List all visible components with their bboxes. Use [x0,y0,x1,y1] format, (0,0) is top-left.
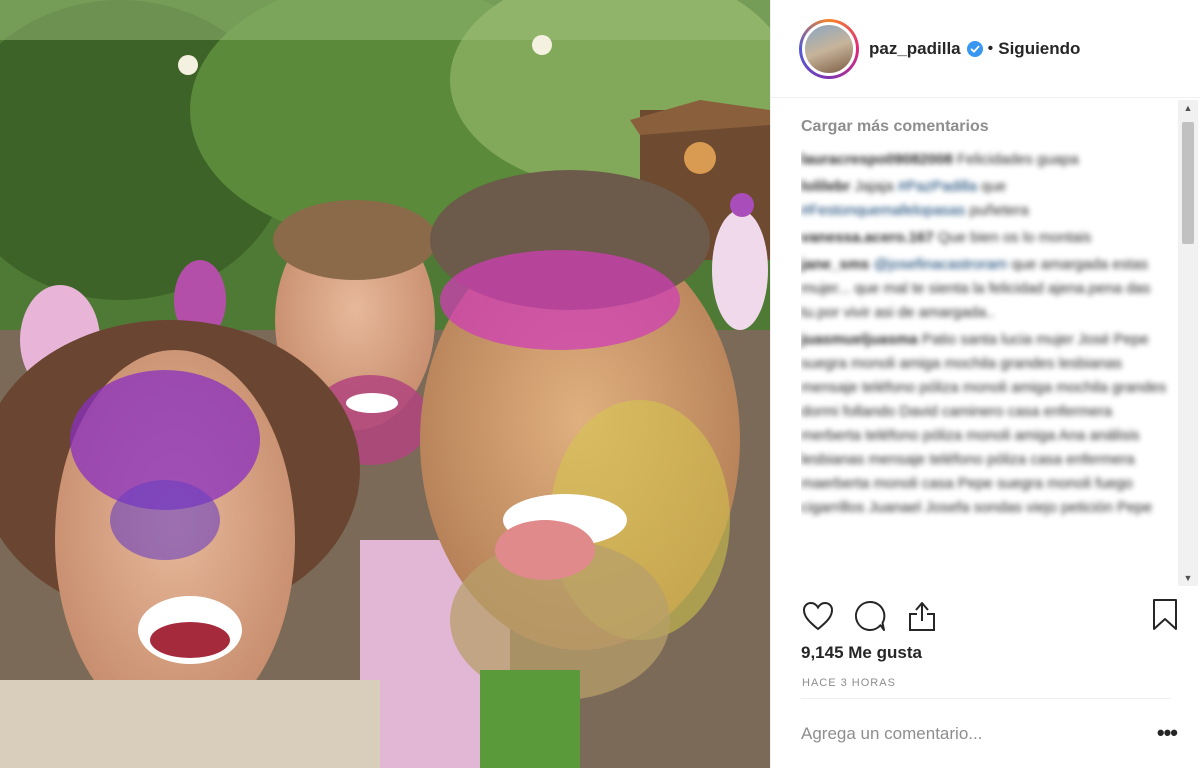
comment-username[interactable]: vanessa.acero.167 [801,229,934,246]
bookmark-icon[interactable] [1151,598,1183,632]
comment-username[interactable]: jane_sms [801,256,869,273]
mention-link[interactable]: @josefinacastroram [874,256,1008,273]
post-actions [801,596,1177,636]
post-side-panel: paz_padilla • Siguiendo Cargar más comen… [770,0,1200,768]
comment-text: que [981,178,1007,195]
comment-username[interactable]: lauracrespo09082008 [801,151,953,168]
comment-text: Jajaja [854,178,894,195]
comment-item: lolilebr Jajaja #PazPadilla que #Festonq… [801,175,1173,223]
heart-icon[interactable] [801,599,835,633]
comments-list: Cargar más comentarios lauracrespo090820… [801,108,1173,586]
comment-bubble-icon[interactable] [853,599,887,633]
post-timestamp[interactable]: HACE 3 HORAS [802,677,896,689]
comment-item: lauracrespo09082008 Felicidades guapa [801,148,1173,172]
more-options-icon[interactable]: ••• [1157,722,1178,744]
share-upload-icon[interactable] [905,599,939,633]
post-photo[interactable] [0,0,770,768]
add-comment-bar: ••• [801,698,1178,768]
comment-item: juasmueljuasma Patio santa lucia mujer J… [801,328,1173,520]
avatar-story-ring[interactable] [799,18,859,79]
comment-input[interactable] [801,723,1121,744]
holi-selfie-image [0,0,770,768]
following-button[interactable]: Siguiendo [998,39,1080,59]
comment-username[interactable]: juasmueljuasma [801,331,918,348]
comment-text: Felicidades guapa [956,151,1079,168]
likes-count[interactable]: 9,145 Me gusta [801,643,922,663]
comment-text: puñetera [969,202,1029,219]
username-link[interactable]: paz_padilla [869,39,961,59]
scrollbar-thumb[interactable] [1182,122,1194,244]
hashtag-link[interactable]: #Festonquemafelopasas [801,202,965,219]
comment-text: Patio santa lucia mujer José Pepe suegra… [801,331,1167,516]
verified-badge-icon [966,40,983,57]
load-more-comments-button[interactable]: Cargar más comentarios [801,118,1173,136]
comment-item: jane_sms @josefinacastroram que amargada… [801,253,1173,325]
separator-dot: • [987,39,994,57]
comments-scrollbar[interactable]: ▲ ▼ [1178,100,1198,586]
scroll-down-arrow-icon[interactable]: ▼ [1178,570,1198,586]
comment-text: Que bien os lo montais [937,229,1092,246]
comment-item: vanessa.acero.167 Que bien os lo montais [801,226,1173,250]
post-header: paz_padilla • Siguiendo [771,0,1200,98]
scroll-up-arrow-icon[interactable]: ▲ [1178,100,1198,116]
avatar[interactable] [802,21,856,76]
comment-username[interactable]: lolilebr [801,178,850,195]
hashtag-link[interactable]: #PazPadilla [898,178,977,195]
